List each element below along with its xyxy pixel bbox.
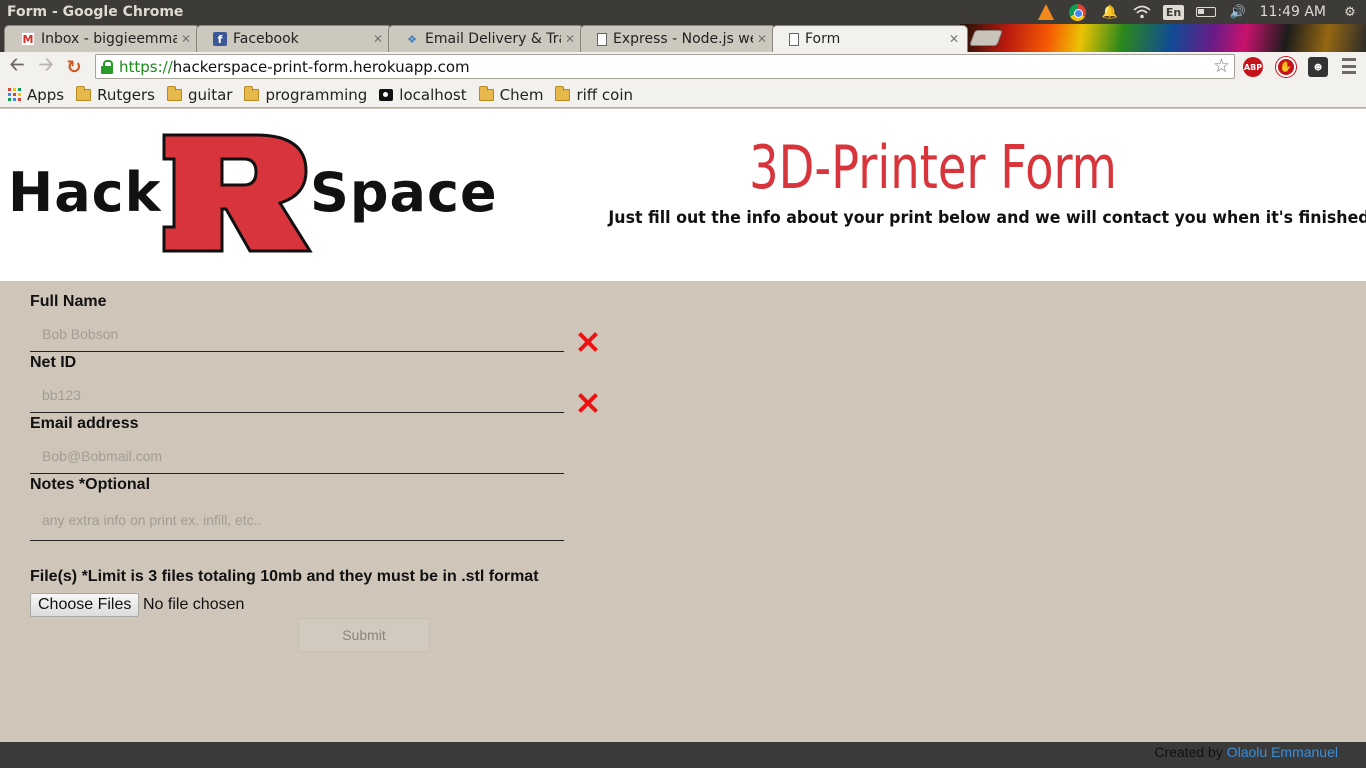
document-icon xyxy=(597,32,607,46)
window-frame-decoration xyxy=(960,24,1366,52)
adblock-plus-label: ABP xyxy=(1243,62,1263,72)
volume-icon[interactable]: 🔊 xyxy=(1227,2,1249,22)
page-subtitle: Just fill out the info about your print … xyxy=(608,208,1366,228)
close-icon[interactable]: ✕ xyxy=(949,32,959,46)
address-bar[interactable]: https:// hackerspace-print-form.herokuap… xyxy=(95,54,1235,79)
camera-icon xyxy=(379,88,394,101)
page-footer: Created by Olaolu Emmanuel xyxy=(0,742,1366,768)
net-id-input[interactable] xyxy=(30,377,564,413)
user-extension-icon[interactable]: ☻ xyxy=(1308,57,1328,77)
url-scheme: https:// xyxy=(119,57,173,76)
author-link[interactable]: Olaolu Emmanuel xyxy=(1227,744,1338,760)
email-input[interactable] xyxy=(30,438,564,474)
folder-icon xyxy=(167,85,182,101)
bookmark-apps[interactable]: Apps xyxy=(8,86,64,104)
keyboard-layout-label: En xyxy=(1162,4,1185,20)
net-id-label: Net ID xyxy=(30,354,77,371)
system-tray: 🔔 En 🔊 11:49 AM ⚙ xyxy=(1030,0,1366,24)
page-title: 3D-Printer Form xyxy=(749,133,1117,203)
notification-bell-icon[interactable]: 🔔 xyxy=(1099,2,1121,22)
clock[interactable]: 11:49 AM xyxy=(1260,4,1326,20)
logo-text-left: Hack xyxy=(8,161,162,224)
hackrspace-logo: Hack R Space xyxy=(8,133,498,255)
gmail-icon: M xyxy=(21,32,35,46)
tab-label: Form xyxy=(805,31,841,47)
notes-input[interactable] xyxy=(30,499,564,541)
bookmark-programming[interactable]: programming xyxy=(244,85,368,104)
tab-label: Express - Node.js web xyxy=(613,31,753,47)
tab-express[interactable]: Express - Node.js web ✕ xyxy=(580,25,776,52)
menu-icon[interactable] xyxy=(1342,58,1356,74)
tab-form[interactable]: Form ✕ xyxy=(772,25,968,52)
bookmark-label: Rutgers xyxy=(97,85,155,104)
adblock-plus-icon[interactable]: ABP xyxy=(1243,57,1263,77)
bookmark-label: programming xyxy=(265,85,368,104)
bookmark-star-icon[interactable]: ☆ xyxy=(1213,55,1230,77)
forward-arrow-icon[interactable]: 🡢 xyxy=(36,54,56,77)
bookmark-label: riff coin xyxy=(576,85,633,104)
choose-files-button[interactable]: Choose Files xyxy=(30,593,140,617)
battery-icon[interactable] xyxy=(1195,2,1217,22)
window-title: Form - Google Chrome xyxy=(7,4,184,20)
bookmark-guitar[interactable]: guitar xyxy=(167,85,233,104)
folder-icon xyxy=(76,85,92,101)
stop-hand-icon[interactable]: ✋ xyxy=(1276,57,1296,77)
full-name-input[interactable] xyxy=(30,316,564,352)
file-status-text: No file chosen xyxy=(143,596,245,613)
bookmark-label: Apps xyxy=(27,85,65,104)
lock-icon[interactable] xyxy=(101,59,113,74)
tab-strip: M Inbox - biggieemmanuel ✕ f Facebook ✕ … xyxy=(0,24,1366,52)
bookmark-localhost[interactable]: localhost xyxy=(379,85,467,104)
rutgers-r-logo: R xyxy=(162,133,313,253)
page-header: Hack R Space 3D-Printer Form Just fill o… xyxy=(0,109,1366,281)
email-label: Email address xyxy=(30,415,139,432)
tab-label: Facebook xyxy=(233,31,299,47)
chrome-icon[interactable] xyxy=(1067,2,1089,22)
credit-prefix: Created by xyxy=(1154,744,1223,760)
folder-icon xyxy=(555,85,571,101)
tab-label: Email Delivery & Transactional xyxy=(425,31,561,47)
folder-icon xyxy=(244,85,260,101)
files-label: File(s) *Limit is 3 files totaling 10mb … xyxy=(30,568,539,585)
full-name-label: Full Name xyxy=(30,293,107,310)
tab-label: Inbox - biggieemmanuel xyxy=(41,31,177,47)
close-icon[interactable]: ✕ xyxy=(181,32,191,46)
bookmark-rutgers[interactable]: Rutgers xyxy=(76,85,155,104)
back-arrow-icon[interactable]: 🡠 xyxy=(7,54,27,77)
close-icon[interactable]: ✕ xyxy=(565,32,575,46)
logo-text-right: Space xyxy=(310,161,498,224)
notes-label: Notes *Optional xyxy=(30,476,151,493)
tab-inbox[interactable]: M Inbox - biggieemmanuel ✕ xyxy=(4,25,200,52)
document-icon xyxy=(789,32,799,46)
new-tab-button[interactable] xyxy=(969,30,1003,46)
tab-email-delivery[interactable]: ❖ Email Delivery & Transactional ✕ xyxy=(388,25,584,52)
os-top-bar: Form - Google Chrome 🔔 En 🔊 11:49 AM ⚙ xyxy=(0,0,1366,24)
facebook-icon: f xyxy=(213,32,227,46)
error-x-icon xyxy=(576,391,600,415)
close-icon[interactable]: ✕ xyxy=(757,32,767,46)
folder-icon xyxy=(478,85,494,101)
keyboard-layout-icon[interactable]: En xyxy=(1162,2,1185,22)
url-host: hackerspace-print-form.herokuapp.com xyxy=(172,57,470,76)
bookmark-label: Chem xyxy=(499,85,544,104)
gear-icon[interactable]: ⚙ xyxy=(1339,2,1361,22)
error-x-icon xyxy=(576,330,600,354)
browser-toolbar: 🡠 🡢 ↻ https:// hackerspace-print-form.he… xyxy=(0,52,1366,82)
wifi-icon[interactable] xyxy=(1131,2,1153,22)
bookmark-label: localhost xyxy=(399,85,467,104)
footer-credit: Created by Olaolu Emmanuel xyxy=(1154,744,1338,760)
tab-facebook[interactable]: f Facebook ✕ xyxy=(196,25,392,52)
submit-button[interactable]: Submit xyxy=(298,618,430,652)
bookmark-riff-coin[interactable]: riff coin xyxy=(555,85,633,104)
bookmark-label: guitar xyxy=(188,85,233,104)
reload-icon[interactable]: ↻ xyxy=(64,57,84,78)
sendgrid-icon: ❖ xyxy=(407,32,417,46)
bookmark-chem[interactable]: Chem xyxy=(478,85,544,104)
close-icon[interactable]: ✕ xyxy=(373,32,383,46)
bookmarks-bar: Apps Rutgers guitar programming localhos… xyxy=(0,82,1366,108)
vlc-icon[interactable] xyxy=(1035,2,1057,22)
apps-grid-icon xyxy=(8,88,21,101)
